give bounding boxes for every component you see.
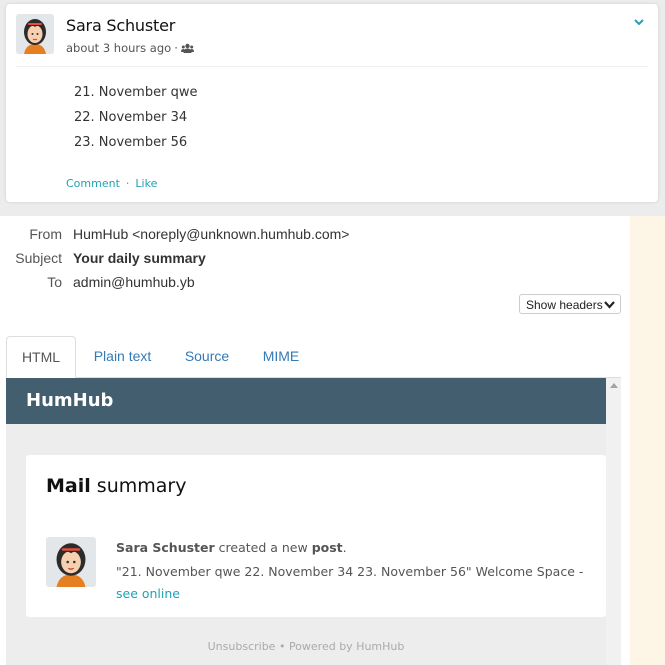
post-card: Sara Schuster about 3 hours ago · 21. No…: [6, 4, 658, 202]
activity-headline: Sara Schuster created a new post.: [116, 540, 347, 555]
list-item: 22. November 34: [74, 110, 188, 125]
summary-title: Mail summary: [46, 475, 186, 497]
activity-verb: created a new: [214, 540, 312, 555]
mail-preview: HumHub Mail summary Sara Schuster create…: [6, 378, 621, 665]
action-separator: ·: [125, 177, 130, 190]
post-actions: Comment · Like: [66, 177, 157, 190]
activity-content: "21. November qwe 22. November 34 23. No…: [116, 561, 596, 605]
users-icon: [180, 43, 194, 53]
post-divider: [16, 66, 648, 67]
see-online-link[interactable]: see online: [116, 586, 180, 601]
unsubscribe-link[interactable]: Unsubscribe: [208, 640, 276, 653]
preview-scrollbar[interactable]: [606, 378, 621, 665]
like-link[interactable]: Like: [135, 177, 157, 190]
activity-avatar[interactable]: [46, 537, 96, 587]
tab-source[interactable]: Source: [176, 336, 238, 377]
footer-separator: •: [275, 640, 289, 653]
tab-mime[interactable]: MIME: [252, 336, 310, 377]
summary-title-rest: summary: [90, 475, 187, 497]
chevron-down-icon: [604, 301, 615, 309]
activity-period: .: [342, 540, 347, 555]
avatar-illustration-icon: [16, 14, 54, 54]
chevron-down-icon[interactable]: [632, 16, 646, 28]
section-gap: [0, 207, 665, 216]
scroll-up-icon[interactable]: [610, 383, 618, 388]
subject-label: Subject: [15, 250, 62, 266]
mail-tabs: HTML Plain text Source MIME: [6, 336, 621, 378]
list-item: 23. November 56: [74, 135, 188, 150]
author-avatar[interactable]: [16, 14, 54, 54]
show-headers-label: Show headers: [526, 298, 603, 312]
from-value: HumHub <noreply@unknown.humhub.com>: [73, 226, 350, 242]
meta-separator: ·: [174, 41, 178, 55]
activity-object: post: [311, 540, 343, 555]
side-panel: [630, 216, 665, 665]
from-label: From: [29, 226, 62, 242]
show-headers-button[interactable]: Show headers: [519, 294, 621, 314]
post-time[interactable]: about 3 hours ago: [66, 41, 171, 55]
brand-bar: HumHub: [6, 378, 606, 424]
tab-plain-text[interactable]: Plain text: [84, 336, 161, 377]
list-item: 21. November qwe: [74, 85, 198, 100]
subject-value: Your daily summary: [73, 250, 206, 266]
avatar-illustration-icon: [46, 537, 96, 587]
comment-link[interactable]: Comment: [66, 177, 120, 190]
post-author-name[interactable]: Sara Schuster: [66, 16, 175, 35]
activity-user: Sara Schuster: [116, 540, 215, 555]
mail-footer: Unsubscribe • Powered by HumHub: [6, 640, 606, 653]
activity-quote: "21. November qwe 22. November 34 23. No…: [116, 564, 584, 579]
tab-html[interactable]: HTML: [6, 336, 76, 378]
powered-by-text: Powered by HumHub: [288, 640, 405, 653]
to-value: admin@humhub.yb: [73, 274, 195, 290]
post-meta: about 3 hours ago ·: [66, 41, 194, 55]
post-list: 21. November qwe 22. November 34 23. Nov…: [74, 83, 197, 158]
summary-card: Mail summary Sara Schuster created a new…: [26, 455, 606, 617]
to-label: To: [47, 274, 62, 290]
summary-title-bold: Mail: [46, 475, 91, 497]
